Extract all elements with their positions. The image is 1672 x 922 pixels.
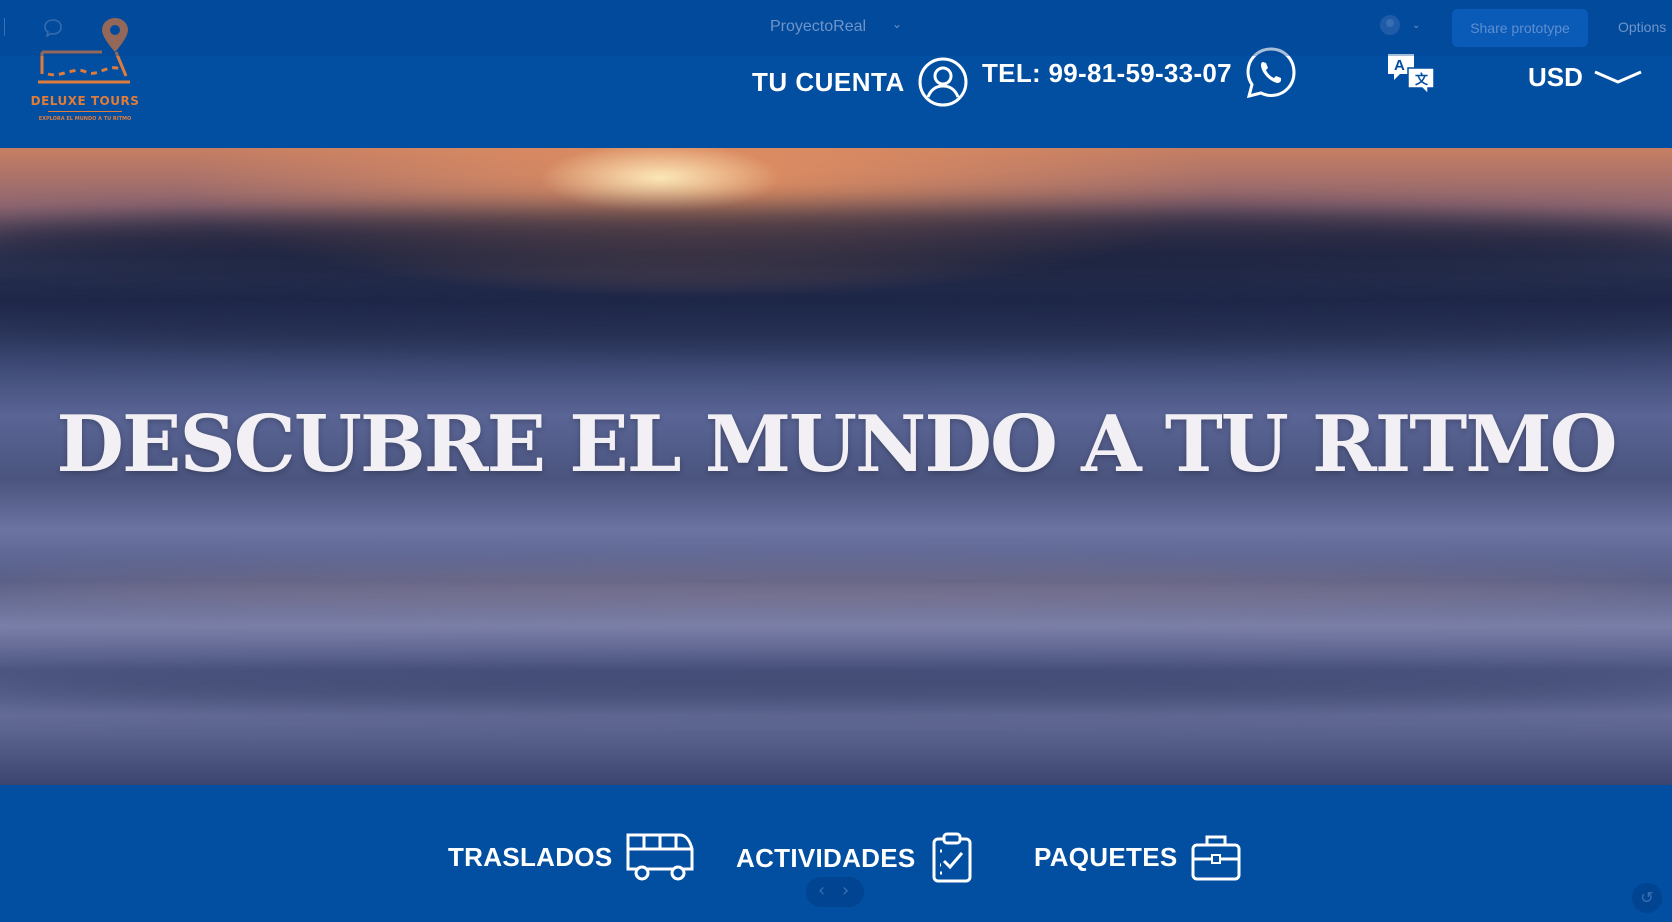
prototype-toolbar: ProyectoReal ⌄ ⌄ Share prototype Options [0, 0, 1672, 56]
briefcase-icon [1191, 835, 1240, 881]
currency-selector[interactable]: USD [1528, 62, 1643, 93]
nav-paquetes[interactable]: PAQUETES [1034, 831, 1242, 883]
restart-icon[interactable]: ↺ [1632, 883, 1662, 913]
hero-wave [0, 206, 1672, 276]
nav-traslados-label: TRASLADOS [448, 841, 613, 872]
currency-label: USD [1528, 62, 1583, 92]
hero-wave [0, 298, 1672, 348]
user-icon [918, 57, 968, 107]
translate-icon: A 文 [1388, 54, 1435, 96]
avatar[interactable] [1375, 14, 1405, 36]
brand-name: DELUXE TOURS [30, 94, 140, 108]
hero-headline: DESCUBRE EL MUNDO A TU RITMO [56, 399, 1617, 490]
options-menu[interactable]: Options [1618, 19, 1666, 35]
prototype-pager: ‹ › [806, 877, 864, 907]
nav-paquetes-label: PAQUETES [1034, 841, 1178, 872]
previous-icon[interactable]: ‹ [818, 880, 825, 901]
hero-banner: DESCUBRE EL MUNDO A TU RITMO [0, 148, 1672, 785]
bus-icon [626, 833, 694, 881]
project-title[interactable]: ProyectoReal [770, 18, 866, 36]
nav-actividades-label: ACTIVIDADES [736, 842, 916, 873]
sidebar-edge[interactable] [0, 18, 5, 36]
chevron-down-icon[interactable]: ⌄ [892, 17, 902, 31]
chat-bubble-icon[interactable] [43, 18, 63, 38]
chevron-down-icon[interactable]: ⌄ [1412, 20, 1420, 31]
language-selector[interactable]: A 文 [1386, 52, 1438, 102]
hero-wave [0, 668, 1672, 708]
phone-label: TEL: 99-81-59-33-07 [982, 57, 1232, 88]
account-label: TU CUENTA [752, 66, 905, 97]
chevron-down-icon [1594, 70, 1642, 84]
next-icon[interactable]: › [842, 880, 849, 901]
nav-actividades[interactable]: ACTIVIDADES [736, 831, 976, 885]
share-prototype-button[interactable]: Share prototype [1452, 9, 1588, 47]
logo-divider [48, 111, 122, 112]
account-link[interactable]: TU CUENTA [752, 56, 969, 108]
nav-traslados[interactable]: TRASLADOS [448, 831, 696, 883]
clipboard-check-icon [932, 832, 972, 883]
service-nav: TRASLADOS ACTIVIDADES PAQUETES ‹ › ↺ [0, 785, 1672, 922]
brand-tagline: EXPLORA EL MUNDO A TU RITMO [38, 116, 132, 122]
hero-wave [0, 568, 1672, 608]
svg-text:文: 文 [1415, 72, 1429, 88]
svg-text:A: A [1394, 57, 1405, 74]
